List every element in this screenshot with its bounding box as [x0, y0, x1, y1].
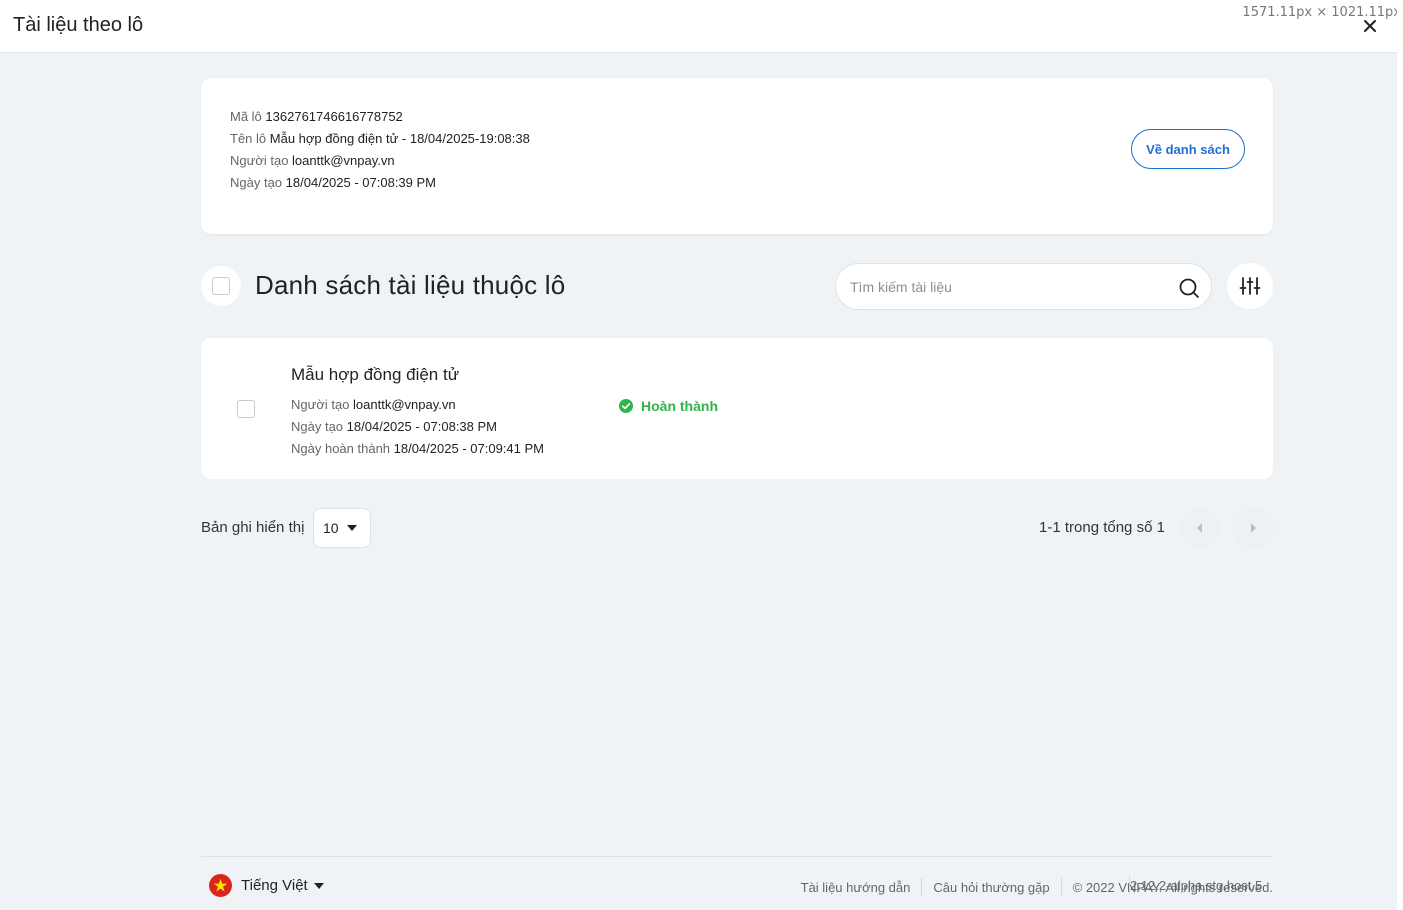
document-title[interactable]: Mẫu hợp đồng điện tử	[291, 365, 459, 385]
document-created-value: 18/04/2025 - 07:08:38 PM	[346, 419, 498, 434]
filter-button[interactable]	[1227, 263, 1273, 309]
modal-header: Tài liệu theo lô	[0, 0, 1397, 53]
batch-created-label: Ngày tạo	[230, 175, 283, 190]
caret-down-icon	[346, 525, 357, 531]
chevron-left-icon	[1197, 523, 1202, 533]
pagination-range: 1-1 trong tổng số 1	[1039, 519, 1165, 536]
vietnam-flag-icon	[209, 874, 232, 897]
footer-link-guide[interactable]: Tài liệu hướng dẫn	[801, 880, 911, 895]
document-creator: Người tạo loanttk@vnpay.vn	[291, 394, 544, 416]
document-created-label: Ngày tạo	[291, 419, 344, 434]
footer-separator	[1060, 878, 1062, 896]
document-creator-value: loanttk@vnpay.vn	[353, 397, 456, 412]
batch-creator-label: Người tạo	[230, 153, 289, 168]
batch-creator-value: loanttk@vnpay.vn	[292, 153, 395, 168]
footer-link-faq[interactable]: Câu hỏi thường gặp	[933, 880, 1049, 895]
batch-name-label: Tên lô	[230, 131, 267, 146]
status-text: Hoàn thành	[641, 398, 718, 414]
previous-page-button[interactable]	[1179, 507, 1221, 549]
batch-code-label: Mã lô	[230, 109, 262, 124]
document-created: Ngày tạo 18/04/2025 - 07:08:38 PM	[291, 416, 544, 438]
back-to-list-button[interactable]: Về danh sách	[1131, 129, 1245, 169]
search-icon[interactable]	[1178, 277, 1200, 299]
document-completed-value: 18/04/2025 - 07:09:41 PM	[393, 441, 544, 456]
batch-code: Mã lô 1362761746616778752	[230, 106, 530, 128]
footer-version: 2.12.2-alpha.stg.host.5	[1130, 878, 1263, 893]
rows-per-page-value: 10	[323, 520, 339, 536]
page-title: Tài liệu theo lô	[13, 14, 144, 36]
document-checkbox[interactable]	[237, 400, 255, 418]
document-checkbox-wrap	[237, 400, 255, 418]
batch-created-value: 18/04/2025 - 07:08:39 PM	[285, 175, 437, 190]
select-all-checkbox-wrap	[201, 266, 241, 306]
status-badge: Hoàn thành	[619, 398, 718, 414]
batch-code-value: 1362761746616778752	[265, 109, 403, 124]
scrollbar-track[interactable]	[1397, 0, 1403, 910]
check-circle-icon	[619, 399, 633, 413]
language-selector[interactable]: Tiếng Việt	[209, 874, 324, 897]
document-list-title: Danh sách tài liệu thuộc lô	[255, 270, 566, 300]
next-page-button[interactable]	[1232, 507, 1274, 549]
dimensions-readout: 1571.11px × 1021.11px	[1242, 5, 1401, 20]
batch-info-card: Mã lô 1362761746616778752 Tên lô Mẫu hợp…	[201, 78, 1273, 234]
rows-per-page-label: Bản ghi hiển thị	[201, 519, 305, 536]
batch-creator: Người tạo loanttk@vnpay.vn	[230, 150, 530, 172]
search-box	[835, 263, 1212, 310]
search-input[interactable]	[850, 276, 1160, 298]
document-completed: Ngày hoàn thành 18/04/2025 - 07:09:41 PM	[291, 438, 544, 460]
batch-name: Tên lô Mẫu hợp đồng điện tử - 18/04/2025…	[230, 128, 530, 150]
chevron-right-icon	[1251, 523, 1256, 533]
rows-per-page-select[interactable]: 10	[313, 508, 371, 548]
footer-divider	[201, 856, 1273, 857]
language-label: Tiếng Việt	[241, 877, 308, 894]
batch-created: Ngày tạo 18/04/2025 - 07:08:39 PM	[230, 172, 530, 194]
list-item[interactable]: Mẫu hợp đồng điện tử Người tạo loanttk@v…	[201, 338, 1273, 479]
filter-sliders-icon	[1239, 277, 1261, 295]
document-creator-label: Người tạo	[291, 397, 350, 412]
select-all-checkbox[interactable]	[212, 277, 230, 295]
document-completed-label: Ngày hoàn thành	[291, 441, 391, 456]
footer-separator	[921, 878, 923, 896]
caret-down-icon	[313, 882, 324, 889]
batch-name-value: Mẫu hợp đồng điện tử - 18/04/2025-19:08:…	[269, 131, 530, 146]
